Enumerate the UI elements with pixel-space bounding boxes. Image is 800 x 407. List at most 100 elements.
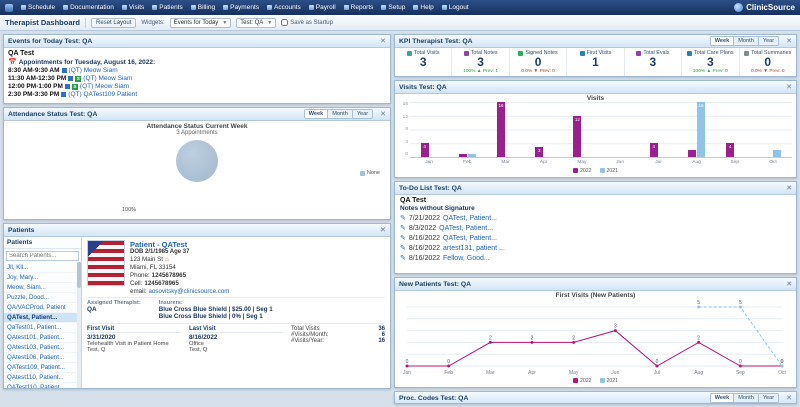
close-icon[interactable]: ✕ (380, 227, 386, 234)
patient-list-item[interactable]: QAtest110, Patient... (4, 373, 81, 383)
tab-year[interactable]: Year (759, 394, 778, 402)
scrollbar-thumb[interactable] (77, 262, 81, 288)
menu-item[interactable]: Setup (377, 2, 409, 13)
bar[interactable] (773, 150, 781, 157)
todo-item: ✎ 8/16/2022 Fellow, Good... (400, 254, 791, 262)
bar[interactable]: 16 (697, 102, 705, 157)
patient-list-item[interactable]: Jll, Kll... (4, 263, 81, 273)
tab-week[interactable]: Week (711, 394, 735, 402)
patients-body: Patients Jll, Kll... Joy, Mary... Meow, … (4, 237, 390, 388)
todo-item-link[interactable]: QATest, Patient... (439, 225, 493, 232)
search-input[interactable] (6, 251, 79, 261)
event-patient-link[interactable]: (QT) QATest109 Patient (68, 91, 137, 98)
patient-list-item[interactable]: QATest110, Patient... (4, 383, 81, 388)
tab-week[interactable]: Week (305, 110, 329, 118)
patient-list-item[interactable]: QaTest01, Patient... (4, 323, 81, 333)
tab-week[interactable]: Week (711, 37, 735, 45)
menu-item[interactable]: Billing (187, 2, 219, 13)
pencil-icon[interactable]: ✎ (400, 224, 406, 232)
bar[interactable] (468, 154, 476, 157)
scrollbar[interactable] (77, 262, 81, 388)
new-patients-panel-header[interactable]: New Patients Test: QA ✕ (395, 278, 796, 291)
close-icon[interactable]: ✕ (380, 111, 386, 118)
bar[interactable] (459, 154, 467, 157)
patient-list-item[interactable]: QATest109, Patient... (4, 363, 81, 373)
bar[interactable]: 4 (726, 143, 734, 157)
attendance-panel-header[interactable]: Attendance Status Test: QA Week Month Ye… (4, 108, 390, 121)
patient-list-item[interactable]: Joy, Mary... (4, 273, 81, 283)
visits-panel: Visits Test: QA ✕ Visits 1612840 4163124… (394, 80, 797, 178)
patient-list-item[interactable]: QA/VACProd, Patient (4, 303, 81, 313)
proc-codes-panel-header[interactable]: Proc. Codes Test: QA Week Month Year ✕ (395, 392, 796, 404)
therapist-dropdown[interactable]: Test: QA▼ (236, 18, 276, 28)
plot-wrap: 4163124164 JanFebMarAprMayJunJulAugSepOc… (410, 102, 792, 166)
stat-label: Total Evals (643, 50, 669, 56)
close-icon[interactable]: ✕ (786, 38, 792, 45)
tab-month[interactable]: Month (734, 394, 759, 402)
close-icon[interactable]: ✕ (786, 281, 792, 288)
widgets-dropdown[interactable]: Events for Today▼ (170, 18, 232, 28)
visits-panel-header[interactable]: Visits Test: QA ✕ (395, 81, 796, 94)
kpi-panel-header[interactable]: KPI Therapist Test: QA Week Month Year ✕ (395, 35, 796, 48)
bar[interactable]: 4 (650, 143, 658, 157)
menu-item[interactable]: Accounts (263, 2, 305, 13)
event-patient-link[interactable]: (QT) Meow Siam (69, 67, 118, 74)
close-icon[interactable]: ✕ (786, 84, 792, 91)
menu-item[interactable]: Payroll (305, 2, 340, 13)
pencil-icon[interactable]: ✎ (400, 254, 406, 262)
reset-layout-button[interactable]: Reset Layout (91, 18, 136, 28)
stat-label: Total Notes (471, 50, 498, 56)
menu-item[interactable]: Payments (219, 2, 263, 13)
close-icon[interactable]: ✕ (786, 185, 792, 192)
menu-item-icon (344, 5, 349, 10)
todo-item-link[interactable]: QATest, Patient... (443, 215, 497, 222)
tab-month[interactable]: Month (328, 110, 353, 118)
patients-panel-header[interactable]: Patients ✕ (4, 224, 390, 237)
event-patient-link[interactable]: (QT) Meow Siam (83, 75, 132, 82)
patient-list-item[interactable]: QAtest103, Patient... (4, 343, 81, 353)
bar[interactable]: 4 (421, 143, 429, 157)
proc-tabset: Week Month Year (710, 393, 779, 403)
patient-list-item[interactable]: QATest, Patient... (4, 313, 81, 323)
patient-list-item[interactable]: Puzzle, Dood... (4, 293, 81, 303)
bar-plot: 4 16 3 12 4 16 4 (410, 102, 792, 158)
patient-list-item[interactable]: QAtest101, Patient... (4, 333, 81, 343)
email-link[interactable]: aosovitsky@clinicsource.com (149, 288, 230, 295)
patient-list-item[interactable]: QAtest106, Patient... (4, 353, 81, 363)
menu-item-icon (381, 5, 386, 10)
menu-item[interactable]: Reports (340, 2, 378, 13)
menu-item[interactable]: Logout (438, 2, 473, 13)
save-startup-checkbox-input[interactable] (281, 19, 288, 26)
menu-item-icon (267, 5, 272, 10)
menu-item[interactable]: Help (409, 2, 437, 13)
menu-item[interactable]: Patients (148, 2, 187, 13)
tab-year[interactable]: Year (353, 110, 372, 118)
menu-item[interactable]: Visits (118, 2, 148, 13)
todo-item-link[interactable]: artest131, patient ... (443, 245, 505, 252)
bar[interactable]: 3 (535, 147, 543, 157)
pencil-icon[interactable]: ✎ (400, 214, 406, 222)
todo-item-link[interactable]: QATest, Patient... (443, 235, 497, 242)
save-startup-checkbox[interactable]: Save as Startup (281, 19, 333, 26)
todo-item-link[interactable]: Fellow, Good... (443, 255, 490, 262)
assigned-therapist-block: Assigned Therapist: QA (87, 300, 141, 320)
close-icon[interactable]: ✕ (786, 395, 792, 402)
patient-name-link[interactable]: Patient - QATest (130, 240, 229, 249)
pencil-icon[interactable]: ✎ (400, 244, 406, 252)
menu-item[interactable]: Documentation (59, 2, 118, 13)
pencil-icon[interactable]: ✎ (400, 234, 406, 242)
pie-chart[interactable] (176, 140, 218, 182)
todo-panel-header[interactable]: To-Do List Test: QA ✕ (395, 182, 796, 195)
calendar-icon: 📅 (8, 58, 17, 66)
tab-year[interactable]: Year (759, 37, 778, 45)
close-icon[interactable]: ✕ (380, 38, 386, 45)
bar[interactable]: 16 (497, 102, 505, 157)
event-patient-link[interactable]: (QT) Meow Siam (80, 83, 129, 90)
tab-month[interactable]: Month (734, 37, 759, 45)
patient-list-item[interactable]: Meow, Siam... (4, 283, 81, 293)
bar[interactable]: 12 (573, 116, 581, 157)
events-panel-header[interactable]: Events for Today Test: QA ✕ (4, 35, 390, 48)
stat-icon (464, 51, 469, 56)
menu-item[interactable]: Schedule (17, 2, 59, 13)
bar[interactable] (688, 150, 696, 157)
